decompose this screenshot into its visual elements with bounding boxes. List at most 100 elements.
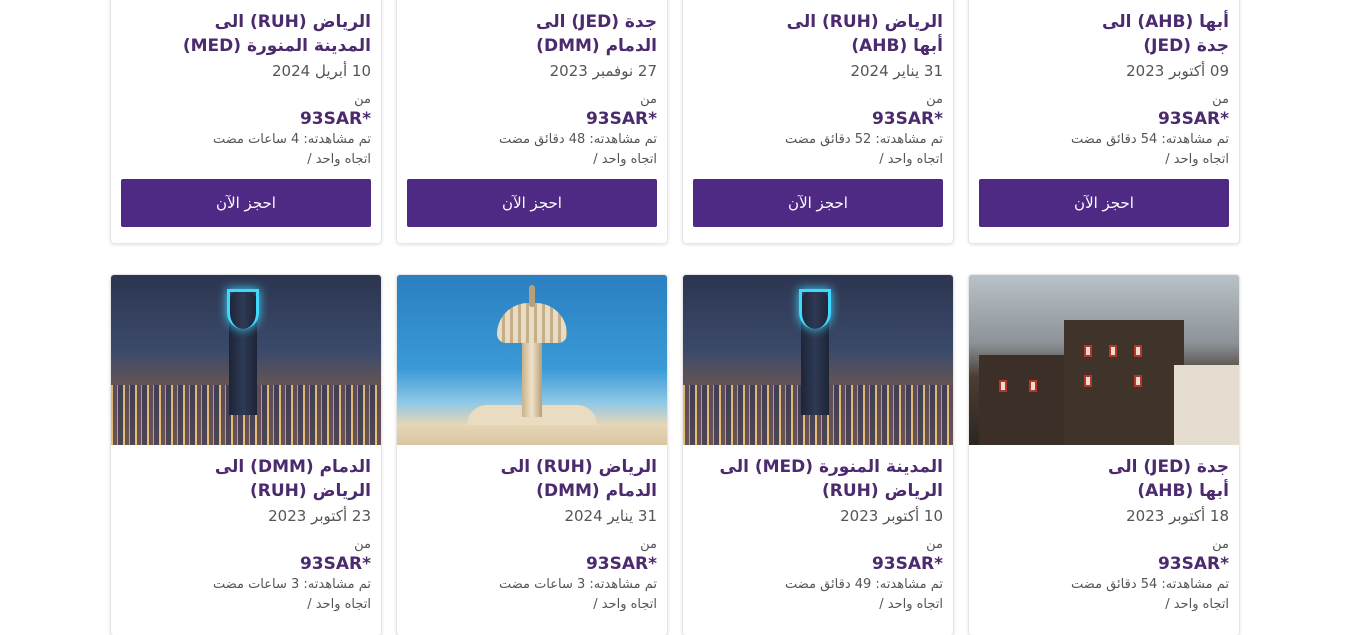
trip-type-label: اتجاه واحد — [315, 597, 371, 612]
book-now-button[interactable]: احجز الآن — [979, 179, 1229, 227]
book-now-button[interactable]: احجز الآن — [693, 179, 943, 227]
offer-card[interactable]: الرياض (RUH) الى المدينة المنورة (MED) 1… — [111, 0, 381, 243]
offer-date: 10 أبريل 2024 — [272, 62, 371, 80]
from-label: من — [354, 537, 371, 552]
tower-dome-shape — [497, 303, 567, 343]
window-shape — [1029, 380, 1037, 392]
offer-date: 31 يناير 2024 — [564, 507, 657, 525]
route-destination: المدينة المنورة (MED) — [182, 36, 371, 56]
tower-arch-shape — [227, 289, 259, 329]
seen-time: تم مشاهدته: 49 دقائق مضت — [785, 577, 943, 592]
seen-time: تم مشاهدته: 3 ساعات مضت — [498, 577, 657, 592]
window-shape — [1084, 375, 1092, 387]
route-origin: جدة (JED) الى — [536, 12, 657, 32]
offer-price: 93SAR* — [1157, 554, 1229, 574]
window-shape — [1109, 345, 1117, 357]
separator: / — [307, 597, 312, 612]
trip-type: اتجاه واحد / — [979, 595, 1229, 615]
destination-image-stone-houses[interactable] — [969, 275, 1239, 445]
trip-type: اتجاه واحد / — [407, 150, 657, 170]
separator: / — [593, 597, 598, 612]
offer-card[interactable]: أبها (AHB) الى جدة (JED) 09 أكتوبر 2023 … — [969, 0, 1239, 243]
route-origin: الرياض (RUH) الى — [500, 457, 657, 477]
route-origin: الرياض (RUH) الى — [786, 12, 943, 32]
offer-card[interactable]: الرياض (RUH) الى أبها (AHB) 31 يناير 202… — [683, 0, 953, 243]
offers-row-1: أبها (AHB) الى جدة (JED) 09 أكتوبر 2023 … — [111, 0, 1239, 243]
offer-price: 93SAR* — [299, 109, 371, 129]
route-origin: الرياض (RUH) الى — [214, 12, 371, 32]
offer-route-title[interactable]: جدة (JED) الى أبها (AHB) — [979, 455, 1229, 503]
tower-arch-shape — [799, 289, 831, 329]
offer-date: 31 يناير 2024 — [850, 62, 943, 80]
offer-date: 23 أكتوبر 2023 — [268, 507, 371, 525]
route-origin: جدة (JED) الى — [1108, 457, 1229, 477]
seen-time: تم مشاهدته: 48 دقائق مضت — [499, 132, 657, 147]
route-origin: الدمام (DMM) الى — [214, 457, 371, 477]
route-destination: الدمام (DMM) — [536, 36, 657, 56]
route-destination: أبها (AHB) — [1137, 481, 1229, 501]
trip-type-label: اتجاه واحد — [1173, 597, 1229, 612]
offer-route-title[interactable]: الرياض (RUH) الى أبها (AHB) — [693, 10, 943, 58]
seen-time: تم مشاهدته: 52 دقائق مضت — [785, 132, 943, 147]
window-shape — [999, 380, 1007, 392]
offers-grid: أبها (AHB) الى جدة (JED) 09 أكتوبر 2023 … — [111, 0, 1239, 635]
trip-type: اتجاه واحد / — [121, 150, 371, 170]
offer-route-title[interactable]: جدة (JED) الى الدمام (DMM) — [407, 10, 657, 58]
trip-type: اتجاه واحد / — [407, 595, 657, 615]
from-label: من — [926, 537, 943, 552]
offer-price: 93SAR* — [299, 554, 371, 574]
offer-route-title[interactable]: أبها (AHB) الى جدة (JED) — [979, 10, 1229, 58]
trip-type-label: اتجاه واحد — [887, 597, 943, 612]
offer-price: 93SAR* — [585, 109, 657, 129]
offer-card[interactable]: الدمام (DMM) الى الرياض (RUH) 23 أكتوبر … — [111, 275, 381, 635]
seen-time: تم مشاهدته: 4 ساعات مضت — [212, 132, 371, 147]
separator: / — [307, 152, 312, 167]
from-label: من — [926, 92, 943, 107]
destination-image-water-tower[interactable] — [397, 275, 667, 445]
offer-card[interactable]: المدينة المنورة (MED) الى الرياض (RUH) 1… — [683, 275, 953, 635]
offer-route-title[interactable]: الرياض (RUH) الى المدينة المنورة (MED) — [121, 10, 371, 58]
offer-date: 18 أكتوبر 2023 — [1126, 507, 1229, 525]
from-label: من — [1212, 537, 1229, 552]
offer-price: 93SAR* — [1157, 109, 1229, 129]
route-destination: الرياض (RUH) — [249, 481, 371, 501]
trip-type-label: اتجاه واحد — [315, 152, 371, 167]
window-shape — [1134, 345, 1142, 357]
book-now-button[interactable]: احجز الآن — [407, 179, 657, 227]
trip-type: اتجاه واحد / — [121, 595, 371, 615]
destination-image-riyadh-night[interactable] — [683, 275, 953, 445]
seen-time: تم مشاهدته: 54 دقائق مضت — [1071, 577, 1229, 592]
building-shape — [1174, 365, 1239, 445]
from-label: من — [1212, 92, 1229, 107]
from-label: من — [640, 92, 657, 107]
offer-price: 93SAR* — [871, 554, 943, 574]
offer-route-title[interactable]: المدينة المنورة (MED) الى الرياض (RUH) — [693, 455, 943, 503]
offer-route-title[interactable]: الرياض (RUH) الى الدمام (DMM) — [407, 455, 657, 503]
tower-spire-shape — [529, 285, 535, 307]
route-origin: المدينة المنورة (MED) الى — [719, 457, 943, 477]
trip-type: اتجاه واحد / — [693, 150, 943, 170]
offer-date: 10 أكتوبر 2023 — [840, 507, 943, 525]
separator: / — [879, 152, 884, 167]
seen-time: تم مشاهدته: 3 ساعات مضت — [212, 577, 371, 592]
offer-card[interactable]: الرياض (RUH) الى الدمام (DMM) 31 يناير 2… — [397, 275, 667, 635]
trip-type-label: اتجاه واحد — [887, 152, 943, 167]
from-label: من — [640, 537, 657, 552]
route-destination: الرياض (RUH) — [821, 481, 943, 501]
offer-route-title[interactable]: الدمام (DMM) الى الرياض (RUH) — [121, 455, 371, 503]
trip-type-label: اتجاه واحد — [1173, 152, 1229, 167]
offer-card[interactable]: جدة (JED) الى أبها (AHB) 18 أكتوبر 2023 … — [969, 275, 1239, 635]
separator: / — [593, 152, 598, 167]
route-destination: جدة (JED) — [1143, 36, 1229, 56]
route-destination: أبها (AHB) — [851, 36, 943, 56]
offer-price: 93SAR* — [585, 554, 657, 574]
window-shape — [1134, 375, 1142, 387]
offer-card[interactable]: جدة (JED) الى الدمام (DMM) 27 نوفمبر 202… — [397, 0, 667, 243]
separator: / — [1165, 152, 1170, 167]
destination-image-riyadh-night[interactable] — [111, 275, 381, 445]
offer-price: 93SAR* — [871, 109, 943, 129]
offers-row-2: جدة (JED) الى أبها (AHB) 18 أكتوبر 2023 … — [111, 275, 1239, 635]
route-destination: الدمام (DMM) — [536, 481, 657, 501]
book-now-button[interactable]: احجز الآن — [121, 179, 371, 227]
trip-type: اتجاه واحد / — [979, 150, 1229, 170]
